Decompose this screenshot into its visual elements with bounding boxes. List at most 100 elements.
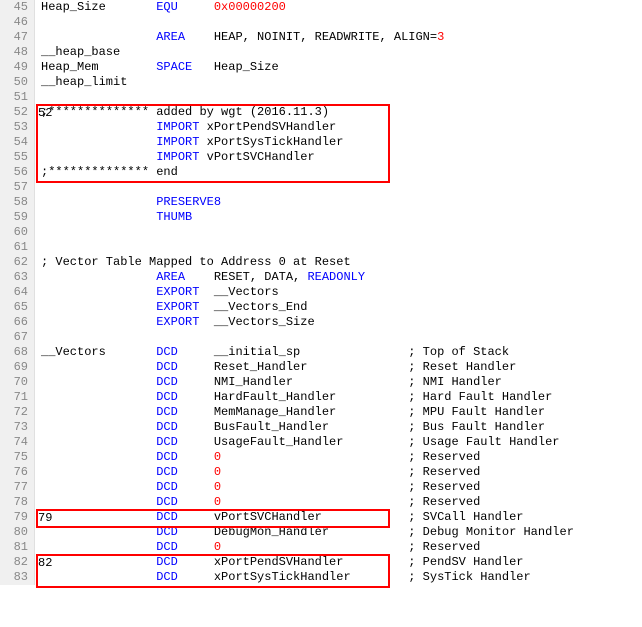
code-line[interactable]: 75 DCD 0 ; Reserved — [0, 450, 642, 465]
code-line[interactable]: 51 — [0, 90, 642, 105]
code-line[interactable]: 61 — [0, 240, 642, 255]
code-content: Heap_Size EQU 0x00000200 — [35, 0, 286, 15]
code-line[interactable]: 82 DCD xPortPendSVHandler ; PendSV Handl… — [0, 555, 642, 570]
code-line[interactable]: 71 DCD HardFault_Handler ; Hard Fault Ha… — [0, 390, 642, 405]
code-token: xPortPendSVHandler ; PendSV Handler — [178, 555, 524, 569]
code-token — [41, 30, 156, 44]
code-line[interactable]: 58 PRESERVE8 — [0, 195, 642, 210]
code-line[interactable]: 78 DCD 0 ; Reserved — [0, 495, 642, 510]
code-token — [41, 480, 156, 494]
line-number: 80 — [0, 525, 35, 540]
code-line[interactable]: 76 DCD 0 ; Reserved — [0, 465, 642, 480]
code-content: AREA RESET, DATA, READONLY — [35, 270, 365, 285]
code-line[interactable]: 72 DCD MemManage_Handler ; MPU Fault Han… — [0, 405, 642, 420]
line-number: 82 — [0, 555, 35, 570]
code-token: IMPORT — [156, 135, 199, 149]
code-token — [178, 540, 214, 554]
code-content: ;************** added by wgt (2016.11.3) — [35, 105, 329, 120]
code-line[interactable]: 69 DCD Reset_Handler ; Reset Handler — [0, 360, 642, 375]
code-token — [41, 210, 156, 224]
code-token: DCD — [156, 495, 178, 509]
code-token — [178, 480, 214, 494]
code-content: DCD UsageFault_Handler ; Usage Fault Han… — [35, 435, 560, 450]
code-token: Heap_Mem — [41, 60, 156, 74]
code-line[interactable]: 79 DCD vPortSVCHandler ; SVCall Handler — [0, 510, 642, 525]
code-content: IMPORT xPortSysTickHandler — [35, 135, 343, 150]
code-line[interactable]: 47 AREA HEAP, NOINIT, READWRITE, ALIGN=3 — [0, 30, 642, 45]
line-number: 62 — [0, 255, 35, 270]
code-token: DCD — [156, 450, 178, 464]
code-line[interactable]: 55 IMPORT vPortSVCHandler — [0, 150, 642, 165]
code-line[interactable]: 83 DCD xPortSysTickHandler ; SysTick Han… — [0, 570, 642, 585]
code-line[interactable]: 49Heap_Mem SPACE Heap_Size — [0, 60, 642, 75]
code-token: AREA — [156, 30, 185, 44]
code-token: EXPORT — [156, 315, 199, 329]
code-line[interactable]: 52;************** added by wgt (2016.11.… — [0, 105, 642, 120]
line-number: 70 — [0, 375, 35, 390]
code-content: DCD 0 ; Reserved — [35, 495, 480, 510]
line-number: 50 — [0, 75, 35, 90]
code-line[interactable]: 77 DCD 0 ; Reserved — [0, 480, 642, 495]
code-line[interactable]: 50 __heap_limit — [0, 75, 642, 90]
code-content: __Vectors DCD __initial_sp ; Top of Stac… — [35, 345, 509, 360]
code-content: EXPORT __Vectors — [35, 285, 279, 300]
code-line[interactable]: 73 DCD BusFault_Handler ; Bus Fault Hand… — [0, 420, 642, 435]
code-line[interactable]: 60 — [0, 225, 642, 240]
code-content: Heap_Mem SPACE Heap_Size — [35, 60, 279, 75]
code-token — [41, 465, 156, 479]
code-content: __heap_base — [35, 45, 120, 60]
code-content: DCD xPortPendSVHandler ; PendSV Handler — [35, 555, 523, 570]
code-line[interactable]: 67 — [0, 330, 642, 345]
line-number: 61 — [0, 240, 35, 255]
code-line[interactable]: 45Heap_Size EQU 0x00000200 — [0, 0, 642, 15]
code-line[interactable]: 63 AREA RESET, DATA, READONLY — [0, 270, 642, 285]
code-token: EXPORT — [156, 300, 199, 314]
code-line[interactable]: 80 DCD DebugMon_Handler ; Debug Monitor … — [0, 525, 642, 540]
code-line[interactable]: 56;************** end — [0, 165, 642, 180]
line-number: 57 — [0, 180, 35, 195]
code-content — [35, 180, 41, 195]
code-line[interactable]: 68__Vectors DCD __initial_sp ; Top of St… — [0, 345, 642, 360]
code-line[interactable]: 62; Vector Table Mapped to Address 0 at … — [0, 255, 642, 270]
code-line[interactable]: 66 EXPORT __Vectors_Size — [0, 315, 642, 330]
code-token: EXPORT — [156, 285, 199, 299]
code-line[interactable]: 81 DCD 0 ; Reserved — [0, 540, 642, 555]
code-token: Heap_Size — [41, 0, 156, 14]
code-token — [178, 465, 214, 479]
code-content — [35, 90, 41, 105]
code-token — [41, 435, 156, 449]
code-line[interactable]: 53 IMPORT xPortPendSVHandler — [0, 120, 642, 135]
code-line[interactable]: 57 — [0, 180, 642, 195]
code-token — [41, 300, 156, 314]
code-line[interactable]: 70 DCD NMI_Handler ; NMI Handler — [0, 375, 642, 390]
code-line[interactable]: 48__heap_base — [0, 45, 642, 60]
code-content: IMPORT xPortPendSVHandler — [35, 120, 336, 135]
code-token: DCD — [156, 375, 178, 389]
code-line[interactable]: 64 EXPORT __Vectors — [0, 285, 642, 300]
code-line[interactable]: 59 THUMB — [0, 210, 642, 225]
code-token: SPACE — [156, 60, 192, 74]
code-line[interactable]: 54 IMPORT xPortSysTickHandler — [0, 135, 642, 150]
code-line[interactable]: 46 — [0, 15, 642, 30]
code-token: __heap_limit — [41, 75, 127, 89]
code-token — [41, 510, 156, 524]
code-token: HEAP, NOINIT, READWRITE, ALIGN= — [185, 30, 437, 44]
code-token: NMI_Handler ; NMI Handler — [178, 375, 502, 389]
line-number: 75 — [0, 450, 35, 465]
code-token — [41, 120, 156, 134]
code-token: vPortSVCHandler — [199, 150, 314, 164]
line-number: 45 — [0, 0, 35, 15]
code-line[interactable]: 74 DCD UsageFault_Handler ; Usage Fault … — [0, 435, 642, 450]
line-number: 64 — [0, 285, 35, 300]
code-token: THUMB — [156, 210, 192, 224]
code-content: DCD 0 ; Reserved — [35, 450, 480, 465]
code-token: __heap_base — [41, 45, 120, 59]
code-content: DCD MemManage_Handler ; MPU Fault Handle… — [35, 405, 545, 420]
code-token: Heap_Size — [192, 60, 278, 74]
code-token — [41, 285, 156, 299]
code-token — [41, 360, 156, 374]
code-line[interactable]: 65 EXPORT __Vectors_End — [0, 300, 642, 315]
code-token: DCD — [156, 480, 178, 494]
code-token: DCD — [156, 420, 178, 434]
code-token — [41, 495, 156, 509]
